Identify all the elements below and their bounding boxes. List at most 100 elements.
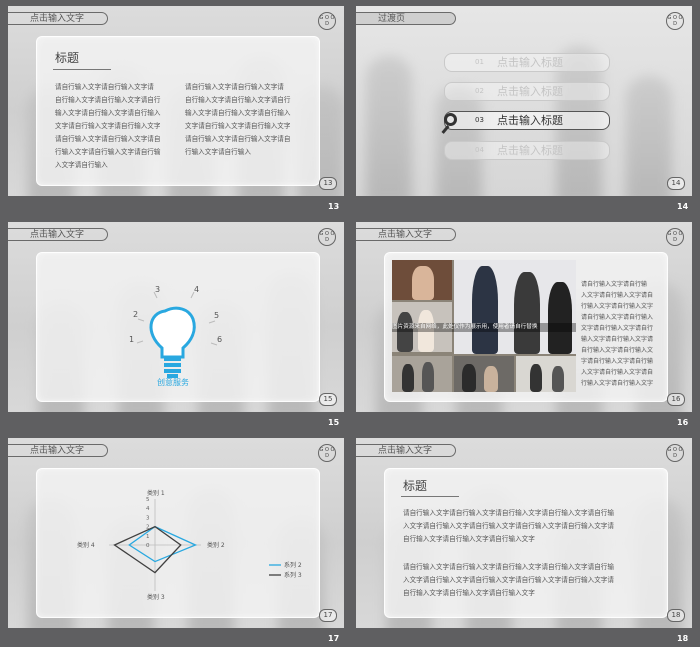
text-line: 自行输入文字请自行输入文 [581, 347, 654, 354]
text-line: 请自行输入文字请自行输入文字请自 [185, 135, 291, 143]
page-number-badge: 16 [667, 393, 685, 406]
text-line: 请自行输入文字请自行输入文字请自 [55, 135, 161, 143]
tick-label: 3 [155, 285, 161, 294]
tick-label: 4 [194, 285, 200, 294]
slide-header: 点击输入文字 [8, 12, 108, 25]
photo [392, 260, 452, 300]
page-number-badge: 14 [667, 177, 685, 190]
toc-item-label: 点击输入标题 [497, 56, 563, 69]
text-column-left: 请自行输入文字请自行输入文字请 自行输入文字请自行输入文字请自行 输入文字请自行输入… [55, 81, 179, 172]
text-line: 输入文字请自行输入文字请自行输入 [185, 109, 291, 117]
text-line: 自行输入文字请自行输入文字请自行输入文字 [403, 589, 535, 597]
legend-label: 系列 3 [284, 571, 302, 579]
logo-icon: G O O D [318, 228, 336, 246]
toc-item-2[interactable]: 02 点击输入标题 [444, 82, 610, 101]
photo-caption: 图片资源来自网络，此处仅作为展示用，使用者请自行替换 [392, 323, 576, 332]
page-number-badge: 15 [319, 393, 337, 406]
toc-item-4[interactable]: 04 点击输入标题 [444, 141, 610, 160]
text-line: 自行输入文字请自行输入文字请自行输入文字 [403, 535, 535, 543]
radar-tick-label: 1 [146, 534, 150, 540]
title-underline [53, 69, 111, 70]
logo-icon: G O O D [666, 444, 684, 462]
text-line: 请自行输入文字请自行输入文字请 [185, 83, 284, 91]
logo-icon: G O O D [318, 12, 336, 30]
toc-item-number: 01 [475, 58, 484, 66]
logo-icon: G O O D [666, 228, 684, 246]
slide-header: 点击输入文字 [356, 228, 456, 241]
slide-title: 标题 [55, 51, 80, 65]
slide-number: 14 [677, 202, 689, 211]
photo-collage: 图片资源来自网络，此处仅作为展示用，使用者请自行替换 [392, 260, 576, 392]
radar-tick-label: 5 [146, 497, 150, 503]
tick-label: 6 [217, 335, 223, 344]
text-line: 自行输入文字请自行输入文字请自行 [185, 96, 291, 104]
slide-number: 18 [677, 634, 689, 643]
slide-title: 标题 [403, 479, 428, 493]
toc-item-label: 点击输入标题 [497, 85, 563, 98]
text-line: 输入文字请自行输入文字请自行输入 [55, 109, 161, 117]
toc-item-3[interactable]: 03 点击输入标题 [444, 111, 610, 130]
text-line: 文字请自行输入文字请自行输入文字 [55, 122, 161, 130]
text-line: 请自行输入文字请自行输入 [581, 314, 654, 321]
slide-header: 点击输入文字 [8, 228, 108, 241]
toc-item-number: 04 [475, 146, 484, 154]
text-line: 请自行输入文字请自行输入文字请自行输入文字请自行输入文字请自行输 [403, 509, 614, 517]
text-line: 请自行输入文字请自行输入文字请 [55, 83, 154, 91]
slide-thumbnail-14[interactable]: 过渡页 G O O D 01 点击输入标题 02 点击输入标题 03 点击输入标题 0… [356, 6, 692, 196]
title-underline [401, 496, 459, 497]
background-photo [356, 6, 692, 196]
page-number-badge: 17 [319, 609, 337, 622]
page-number-badge: 18 [667, 609, 685, 622]
page-number-badge: 13 [319, 177, 337, 190]
content-panel: 5 4 3 2 1 0 类别 1 类别 2 类别 3 类别 4 系列 2 系列 3 [36, 468, 320, 618]
magnifier-icon [444, 113, 457, 126]
text-line: 文字请自行输入文字请自行输入文字 [185, 122, 291, 130]
paragraph-2: 请自行输入文字请自行输入文字请自行输入文字请自行输入文字请自行输 入文字请自行输入… [403, 561, 658, 600]
radar-category-label: 类别 4 [77, 541, 95, 549]
slide-thumbnail-16[interactable]: 点击输入文字 G O O D 图片资源来自网络，此处仅作为展示用，使用者请自行替… [356, 222, 692, 412]
toc-item-label: 点击输入标题 [497, 144, 563, 157]
photo [516, 356, 576, 392]
tick-label: 1 [129, 335, 135, 344]
toc-item-1[interactable]: 01 点击输入标题 [444, 53, 610, 72]
slide-number: 16 [677, 418, 689, 427]
text-line: 行输入文字请自行输入文字 [581, 380, 654, 387]
text-line: 入文字请自行输入文字请自行输入文字请自行输入文字请自行输入文字请 [403, 522, 614, 530]
text-line: 输入文字请自行输入文字请 [581, 336, 654, 343]
text-line: 行输入文字请自行输入文字请自行输 [55, 148, 161, 156]
text-column-right: 请自行输入文字请自行输入文字请 自行输入文字请自行输入文字请自行 输入文字请自行输入… [185, 81, 309, 159]
slide-thumbnail-13[interactable]: 点击输入文字 G O O D 标题 请自行输入文字请自行输入文字请 自行输入文字请… [8, 6, 344, 196]
photo [392, 356, 452, 392]
photo [454, 260, 576, 354]
content-panel: 标题 请自行输入文字请自行输入文字请自行输入文字请自行输入文字请自行输入文字请自… [36, 36, 320, 186]
legend-label: 系列 2 [284, 561, 302, 569]
slide-header: 点击输入文字 [356, 444, 456, 457]
text-line: 请自行输入文字请自行输入文字请自行输入文字请自行输入文字请自行输 [403, 563, 614, 571]
text-line: 行输入文字请自行输入文字 [581, 303, 654, 310]
text-line: 行输入文字请自行输入 [185, 148, 251, 156]
radar-tick-label: 4 [146, 506, 150, 512]
content-panel: 1 2 3 4 5 6 创意服务 [36, 252, 320, 402]
body-text: 请自行输入文字请自行输 入文字请自行输入文字请自 行输入文字请自行输入文字 请自行输入… [581, 279, 663, 389]
radar-tick-label: 0 [146, 543, 150, 549]
slide-thumbnail-15[interactable]: 点击输入文字 G O O D 1 2 3 4 5 6 创意服务 15 [8, 222, 344, 412]
slide-thumbnail-18[interactable]: 点击输入文字 G O O D 标题 请自行输入文字请自行输入文字请自行输入文字请… [356, 438, 692, 628]
slide-number: 17 [328, 634, 340, 643]
logo-icon: G O O D [666, 12, 684, 30]
radar-category-label: 类别 2 [207, 541, 225, 549]
content-panel: 图片资源来自网络，此处仅作为展示用，使用者请自行替换 请自行输入文字请自行输 入文… [384, 252, 668, 402]
radar-chart: 543210类别 1类别 2类别 3类别 4系列 2系列 3 [77, 489, 302, 601]
toc-item-number: 03 [475, 116, 484, 124]
tick-label: 5 [214, 311, 220, 320]
slide-thumbnail-17[interactable]: 点击输入文字 G O O D 5 4 3 2 1 0 类别 1 类别 2 类别 3 类别 4 系列 … [8, 438, 344, 628]
radar-category-label: 类别 1 [147, 489, 165, 497]
text-line: 入文字请自行输入 [55, 161, 108, 169]
tick-label: 2 [133, 310, 139, 319]
text-line: 文字请自行输入文字请自行 [581, 325, 654, 332]
text-line: 入文字请自行输入文字请自行输入文字请自行输入文字请自行输入文字请 [403, 576, 614, 584]
text-line: 字请自行输入文字请自行输 [581, 358, 654, 365]
radar-category-label: 类别 3 [147, 593, 165, 601]
paragraph-1: 请自行输入文字请自行输入文字请自行输入文字请自行输入文字请自行输 入文字请自行输入… [403, 507, 658, 546]
radar-tick-label: 3 [146, 515, 150, 521]
slide-header: 过渡页 [356, 12, 456, 25]
